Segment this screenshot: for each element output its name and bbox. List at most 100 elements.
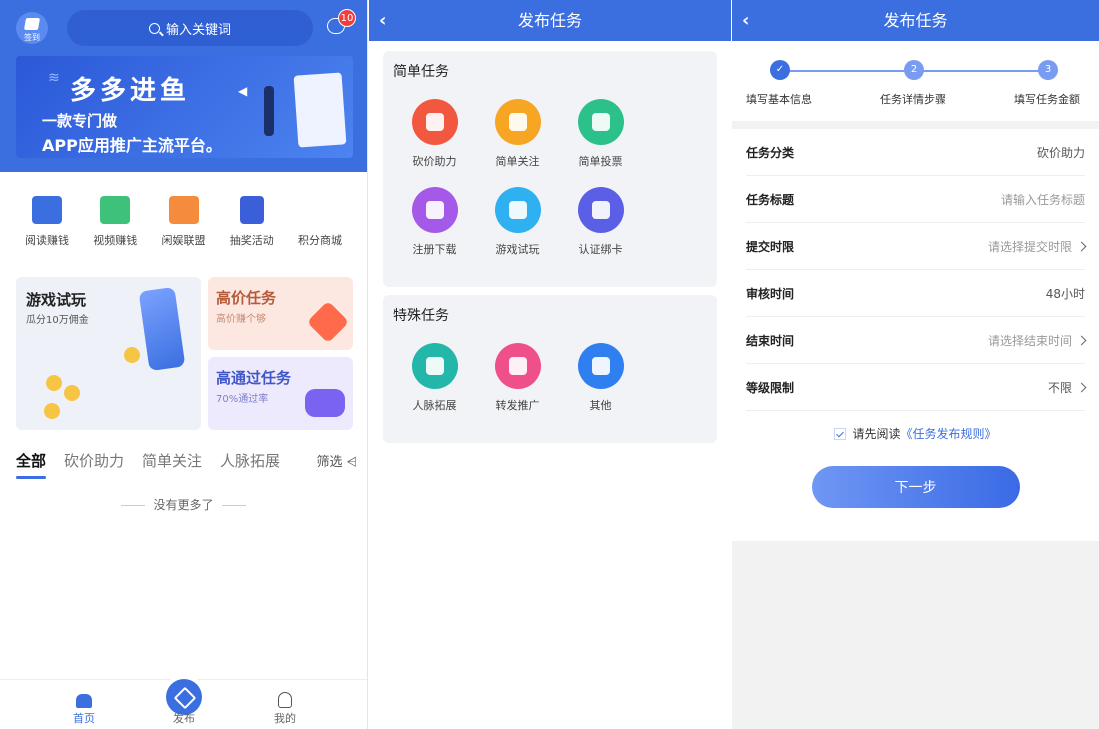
grid-item-label: 视频赚钱 [93,234,138,247]
card-game-trial[interactable]: 游戏试玩 瓜分10万佣金 [16,277,201,430]
grid-item-label: 阅读赚钱 [25,234,69,247]
row-value: 不限 [1047,380,1072,395]
back-arrow-icon[interactable]: ‹ [379,0,386,41]
task-type-game[interactable]: 游戏试玩 [476,187,559,257]
heart-plus-icon [494,99,541,145]
gamepad-icon [168,196,199,224]
grid-item-read[interactable]: 阅读赚钱 [16,196,78,248]
message-badge: 10 [338,9,356,27]
card-title: 高价任务 [216,289,277,307]
panel-title: 简单任务 [393,64,449,80]
special-task-panel: 特殊任务 人脉拓展 转发推广 其他 [383,295,717,443]
nav-bar: ‹ 发布任务 [369,0,731,41]
tabbar-publish[interactable]: 发布 [164,710,204,726]
title-input[interactable]: 请输入任务标题 [1001,191,1085,208]
card-link-icon [577,187,624,233]
card-subtitle: 70%通过率 [216,394,269,405]
panel-title: 特殊任务 [393,308,449,324]
task-type-label: 其他 [589,399,612,412]
row-end-time[interactable]: 结束时间 请选择结束时间 [746,317,1087,364]
row-value: 请选择结束时间 [987,333,1072,348]
home-header: 签到 输入关键词 10 ≋ 多多进鱼 ◀ 一款专门做 APP应用推广主流平台。 [0,0,367,172]
nav-bar: ‹ 发布任务 [732,0,1099,41]
publish-screen: ‹ 发布任务 简单任务 砍价助力 简单关注 简单投票 注册下载 游戏试玩 认证绑… [369,0,731,729]
card-high-price[interactable]: 高价任务 高价赚个够 [208,277,353,350]
row-submit-limit[interactable]: 提交时限 请选择提交时限 [746,223,1087,270]
task-form: 任务分类 砍价助力 任务标题 请输入任务标题 提交时限 请选择提交时限 审核时间… [732,129,1099,541]
tab-follow[interactable]: 简单关注 [142,450,202,471]
people-icon [411,343,458,389]
gamepad-icon [305,389,345,417]
search-bar[interactable]: 输入关键词 [67,10,313,46]
task-type-label: 转发推广 [495,399,540,412]
four-leaf-icon [577,343,624,389]
bargain-tag-icon [411,99,458,145]
tab-all[interactable]: 全部 [16,450,47,479]
home-screen: 签到 输入关键词 10 ≋ 多多进鱼 ◀ 一款专门做 APP应用推广主流平台。 … [0,0,368,729]
feature-grid: 阅读赚钱 视频赚钱 闲娱联盟 抽奖活动 积分商城 [16,196,351,248]
filter-button[interactable]: 筛选 ⩤ [316,451,357,470]
agree-checkbox[interactable] [834,428,847,440]
row-category[interactable]: 任务分类 砍价助力 [746,129,1085,176]
coin-icon [46,375,62,391]
scroll-illustration [293,72,347,148]
back-arrow-icon[interactable]: ‹ [742,0,749,41]
task-type-other[interactable]: 其他 [559,343,642,413]
task-type-label: 简单关注 [495,155,540,168]
coin-icon [64,385,80,401]
row-title[interactable]: 任务标题 请输入任务标题 [746,176,1085,223]
filter-icon: ⩤ [342,455,357,470]
promo-banner[interactable]: ≋ 多多进鱼 ◀ 一款专门做 APP应用推广主流平台。 [16,56,353,158]
row-label: 审核时间 [746,286,795,301]
grid-item-lottery[interactable]: 抽奖活动 [221,196,283,248]
task-type-label: 游戏试玩 [495,243,540,256]
chevron-right-icon [1076,335,1087,345]
banner-line2: APP应用推广主流平台。 [42,136,222,155]
card-title: 高通过任务 [216,369,292,387]
vote-box-icon [577,99,624,145]
task-type-card[interactable]: 认证绑卡 [559,187,642,257]
checkin-button[interactable]: 签到 [16,12,48,44]
grid-item-video[interactable]: 视频赚钱 [84,196,146,248]
tab-bargain[interactable]: 砍价助力 [64,450,124,471]
step-1-label: 填写基本信息 [746,93,812,106]
card-high-pass[interactable]: 高通过任务 70%通过率 [208,357,353,430]
row-label: 提交时限 [746,239,795,254]
step-2-label: 任务详情步骤 [880,93,946,106]
search-icon [148,22,160,34]
step-1-dot: ✓ [770,60,790,80]
next-step-button[interactable]: 下一步 [811,466,1020,508]
row-review-time[interactable]: 审核时间 48小时 [746,270,1085,317]
task-type-share[interactable]: 转发推广 [476,343,559,413]
tabbar-label: 我的 [274,712,296,725]
row-level-limit[interactable]: 等级限制 不限 [746,364,1087,411]
video-icon [100,196,131,224]
rules-link[interactable]: 《任务发布规则》 [901,427,997,441]
grid-item-label: 积分商城 [298,234,342,247]
gamepad-icon [494,187,541,233]
row-label: 任务标题 [746,192,795,207]
person-illustration [264,86,274,136]
task-type-network[interactable]: 人脉拓展 [393,343,476,413]
checkin-label: 签到 [24,33,40,42]
wave-decoration-icon: ≋ [48,70,60,86]
phone-illustration [138,286,186,372]
tabbar-home[interactable]: 首页 [64,694,104,726]
card-title: 游戏试玩 [26,291,87,309]
tabbar-label: 首页 [73,712,95,725]
grid-item-league[interactable]: 闲娱联盟 [153,196,215,248]
simple-task-panel: 简单任务 砍价助力 简单关注 简单投票 注册下载 游戏试玩 认证绑卡 [383,51,717,287]
arrow-icon: ◀ [238,84,248,98]
task-type-register[interactable]: 注册下载 [393,187,476,257]
tab-network[interactable]: 人脉拓展 [220,450,280,471]
row-label: 任务分类 [746,145,795,160]
grid-item-label: 闲娱联盟 [161,234,206,247]
nav-title: 发布任务 [883,11,948,30]
share-icon [494,343,541,389]
banner-title: 多多进鱼 [70,76,191,106]
tabbar-me[interactable]: 我的 [265,692,305,726]
task-type-vote[interactable]: 简单投票 [559,99,642,169]
task-type-follow[interactable]: 简单关注 [476,99,559,169]
grid-item-shop[interactable]: 积分商城 [289,196,351,248]
task-type-bargain[interactable]: 砍价助力 [393,99,476,169]
